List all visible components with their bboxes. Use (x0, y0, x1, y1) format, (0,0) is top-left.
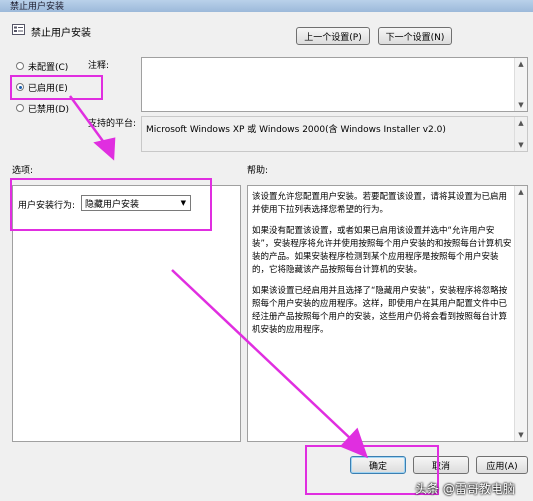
watermark-text: 头条 @雷哥教电脑 (415, 482, 515, 496)
annotation-arrow (171, 269, 369, 459)
annotation-arrow (68, 95, 116, 161)
annotation-arrows (68, 95, 369, 459)
